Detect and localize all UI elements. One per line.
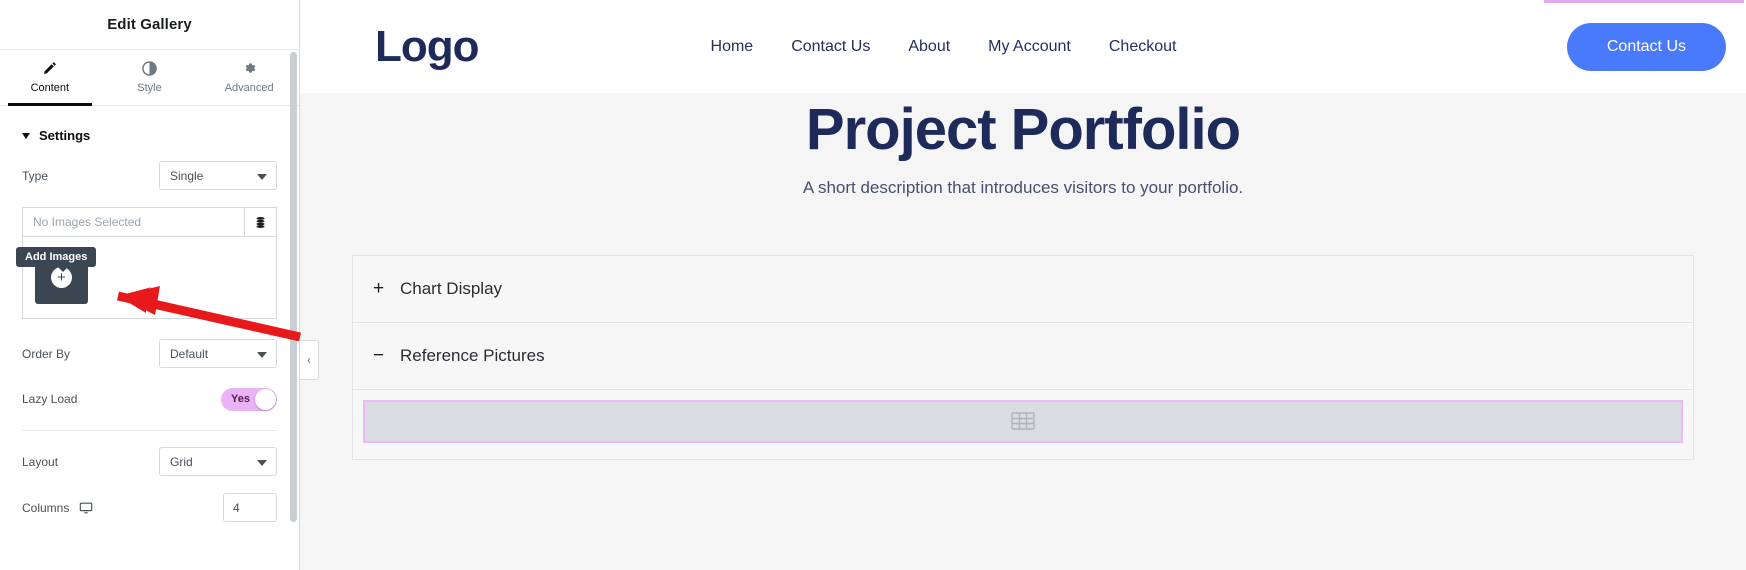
toggle-knob (255, 388, 276, 410)
panel-title: Edit Gallery (0, 0, 299, 50)
gallery-widget[interactable] (363, 399, 1683, 443)
chevron-down-icon (257, 351, 267, 358)
nav-item-checkout[interactable]: Checkout (1109, 38, 1177, 56)
lazy-load-label: Lazy Load (22, 392, 78, 406)
tab-advanced-label: Advanced (224, 82, 274, 94)
nav-item-home[interactable]: Home (711, 38, 754, 56)
lazy-load-toggle-value: Yes (231, 393, 250, 405)
elementor-editor-screen: Edit Gallery Content Style Advanced Sett… (0, 0, 1746, 570)
columns-label-group: Columns (22, 501, 93, 515)
editor-panel: Edit Gallery Content Style Advanced Sett… (0, 0, 300, 570)
lazy-load-toggle[interactable]: Yes (221, 387, 277, 411)
page-title: Project Portfolio (805, 97, 1241, 162)
row-columns: Columns (0, 493, 299, 522)
nav-item-about[interactable]: About (908, 38, 950, 56)
nav-item-my-account[interactable]: My Account (988, 38, 1071, 56)
main-nav: Home Contact Us About My Account Checkou… (711, 38, 1177, 56)
gear-icon (242, 61, 257, 76)
row-layout: Layout Grid (0, 447, 299, 476)
type-select[interactable]: Single (159, 161, 277, 190)
caret-down-icon (22, 132, 30, 139)
layout-label: Layout (22, 454, 59, 469)
layout-select[interactable]: Grid (159, 447, 277, 476)
type-label: Type (22, 168, 49, 183)
tab-style[interactable]: Style (100, 50, 200, 105)
tab-advanced[interactable]: Advanced (199, 50, 299, 105)
contact-us-button[interactable]: Contact Us (1566, 22, 1726, 71)
site-header: Logo Home Contact Us About My Account Ch… (300, 0, 1746, 93)
stack-list-icon[interactable] (244, 208, 276, 236)
accordion-item-chart-display[interactable]: + Chart Display (353, 256, 1693, 322)
site-preview: Logo Home Contact Us About My Account Ch… (300, 0, 1746, 570)
settings-section-label: Settings (39, 128, 91, 143)
desktop-icon[interactable] (79, 501, 93, 515)
accordion-label-reference-pictures: Reference Pictures (400, 345, 545, 365)
layout-select-value: Grid (170, 454, 193, 469)
accordion: + Chart Display − Reference Pictures (352, 254, 1694, 460)
order-by-select-value: Default (170, 346, 209, 361)
panel-tabs: Content Style Advanced (0, 50, 299, 106)
row-order-by: Order By Default (0, 339, 299, 368)
page-subtitle: A short description that introduces visi… (802, 177, 1244, 197)
chevron-down-icon (257, 173, 267, 180)
row-lazy-load: Lazy Load Yes (0, 385, 299, 413)
panel-collapse-handle[interactable]: ‹ (300, 340, 319, 380)
gallery-grid-icon (1011, 412, 1035, 430)
accordion-panel-reference-pictures (353, 388, 1693, 459)
nav-item-contact-us[interactable]: Contact Us (791, 38, 870, 56)
tab-style-label: Style (137, 82, 162, 94)
panel-divider (22, 430, 277, 431)
chevron-left-icon: ‹ (307, 353, 311, 367)
gallery-header: No Images Selected (22, 207, 277, 236)
site-logo[interactable]: Logo (375, 24, 480, 69)
order-by-select[interactable]: Default (159, 339, 277, 368)
chevron-down-icon (257, 459, 267, 466)
row-type: Type Single (0, 161, 299, 190)
pencil-icon (42, 61, 57, 76)
add-images-tooltip: Add Images (16, 247, 97, 272)
accordion-item-reference-pictures[interactable]: − Reference Pictures (353, 321, 1693, 389)
contrast-icon (142, 61, 157, 76)
plus-icon: + (372, 277, 385, 299)
settings-section-header[interactable]: Settings (0, 106, 299, 161)
tab-content[interactable]: Content (0, 50, 100, 106)
gallery-placeholder-text: No Images Selected (33, 215, 142, 229)
type-select-value: Single (170, 168, 204, 183)
minus-icon: − (372, 344, 385, 366)
selection-marker (1544, 0, 1744, 3)
tab-content-label: Content (30, 82, 70, 94)
columns-input[interactable] (223, 493, 277, 522)
columns-label: Columns (22, 500, 70, 515)
order-by-label: Order By (22, 346, 71, 361)
hero-section: Project Portfolio A short description th… (300, 93, 1746, 198)
accordion-label-chart-display: Chart Display (400, 278, 503, 298)
panel-scrollbar[interactable] (290, 52, 297, 522)
